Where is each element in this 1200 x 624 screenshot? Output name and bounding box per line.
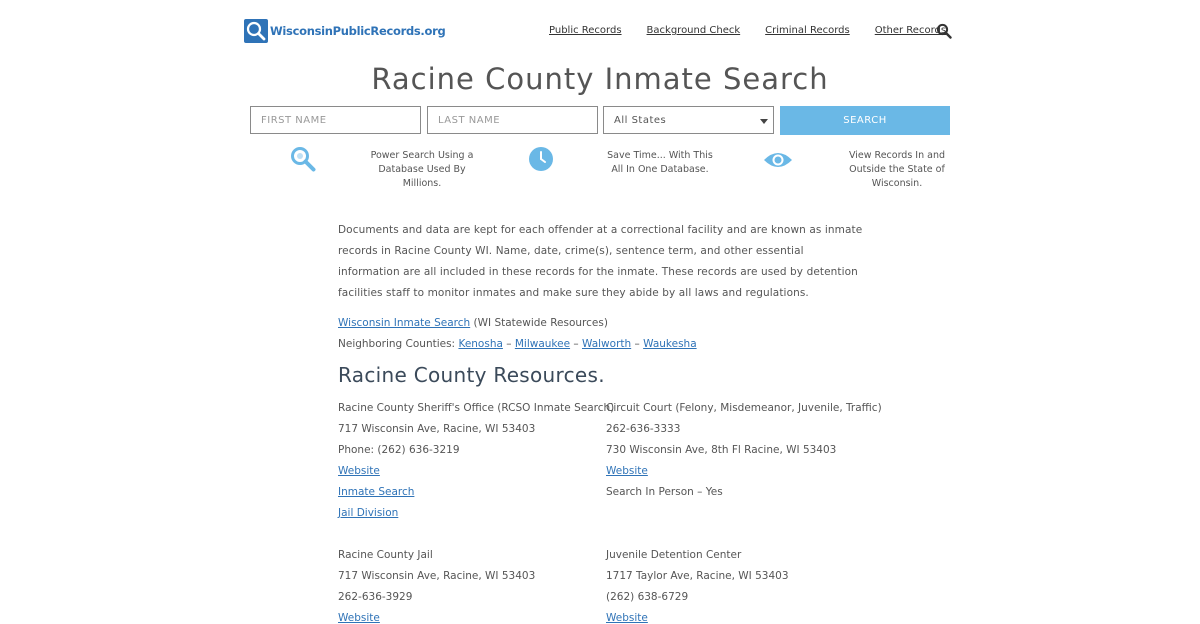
separator: – bbox=[634, 338, 640, 350]
court-address: 730 Wisconsin Ave, 8th Fl Racine, WI 534… bbox=[606, 444, 837, 456]
neighboring-label: Neighboring Counties: bbox=[338, 338, 456, 350]
statewide-inmate-search-link[interactable]: Wisconsin Inmate Search bbox=[338, 317, 470, 329]
last-name-input[interactable]: LAST NAME bbox=[427, 106, 598, 134]
county-link-kenosha[interactable]: Kenosha bbox=[458, 338, 502, 350]
court-website-link[interactable]: Website bbox=[606, 465, 648, 477]
feature-line: Wisconsin. bbox=[871, 178, 923, 189]
statewide-line: Wisconsin Inmate Search (WI Statewide Re… bbox=[338, 317, 608, 329]
feature-line: Save Time... With This bbox=[607, 150, 713, 161]
feature-line: Outside the State of bbox=[849, 164, 945, 175]
sheriff-website-link[interactable]: Website bbox=[338, 465, 380, 477]
feature-text-power-search: Power Search Using a Database Used By Mi… bbox=[362, 149, 482, 191]
clock-icon bbox=[528, 146, 554, 176]
jail-name: Racine County Jail bbox=[338, 549, 433, 561]
separator: – bbox=[573, 338, 579, 350]
logo-magnifier-icon bbox=[244, 19, 268, 43]
court-phone: 262-636-3333 bbox=[606, 423, 681, 435]
feature-text-save-time: Save Time... With This All In One Databa… bbox=[600, 149, 720, 177]
juvenile-phone: (262) 638-6729 bbox=[606, 591, 689, 603]
eye-icon bbox=[763, 150, 793, 174]
nav-criminal-records[interactable]: Criminal Records bbox=[765, 25, 850, 36]
feature-text-view-records: View Records In and Outside the State of… bbox=[838, 149, 956, 191]
county-link-milwaukee[interactable]: Milwaukee bbox=[515, 338, 570, 350]
search-icon[interactable] bbox=[936, 23, 952, 43]
jail-phone: 262-636-3929 bbox=[338, 591, 413, 603]
county-link-waukesha[interactable]: Waukesha bbox=[643, 338, 697, 350]
statewide-suffix: (WI Statewide Resources) bbox=[473, 317, 608, 329]
search-button[interactable]: SEARCH bbox=[780, 106, 950, 135]
feature-line: Millions. bbox=[402, 178, 442, 189]
sheriff-address: 717 Wisconsin Ave, Racine, WI 53403 bbox=[338, 423, 536, 435]
site-logo[interactable]: WisconsinPublicRecords.org bbox=[244, 19, 446, 43]
separator: – bbox=[506, 338, 512, 350]
site-header: WisconsinPublicRecords.org Public Record… bbox=[0, 0, 1200, 62]
feature-line: Database Used By bbox=[378, 164, 466, 175]
nav-background-check[interactable]: Background Check bbox=[647, 25, 741, 36]
feature-line: Power Search Using a bbox=[370, 150, 474, 161]
juvenile-website-link[interactable]: Website bbox=[606, 612, 648, 624]
juvenile-address: 1717 Taylor Ave, Racine, WI 53403 bbox=[606, 570, 789, 582]
chevron-down-icon bbox=[760, 119, 768, 124]
logo-text: WisconsinPublicRecords.org bbox=[270, 24, 446, 38]
jail-website-link[interactable]: Website bbox=[338, 612, 380, 624]
feature-line: View Records In and bbox=[848, 150, 946, 161]
court-note: Search In Person – Yes bbox=[606, 486, 723, 498]
first-name-input[interactable]: FIRST NAME bbox=[250, 106, 421, 134]
resources-heading: Racine County Resources. bbox=[338, 363, 605, 387]
sheriff-jail-division-link[interactable]: Jail Division bbox=[338, 507, 398, 519]
main-nav: Public Records Background Check Criminal… bbox=[549, 25, 971, 36]
sheriff-inmate-search-link[interactable]: Inmate Search bbox=[338, 486, 414, 498]
state-select-value: All States bbox=[614, 115, 667, 126]
sheriff-phone: Phone: (262) 636-3219 bbox=[338, 444, 460, 456]
page-title: Racine County Inmate Search bbox=[371, 62, 829, 96]
feature-line: All In One Database. bbox=[611, 164, 709, 175]
magnifier-icon bbox=[290, 146, 316, 176]
intro-paragraph: Documents and data are kept for each off… bbox=[338, 224, 863, 299]
sheriff-name: Racine County Sheriff's Office (RCSO Inm… bbox=[338, 402, 615, 414]
court-name: Circuit Court (Felony, Misdemeanor, Juve… bbox=[606, 402, 882, 414]
juvenile-name: Juvenile Detention Center bbox=[606, 549, 742, 561]
jail-address: 717 Wisconsin Ave, Racine, WI 53403 bbox=[338, 570, 536, 582]
nav-public-records[interactable]: Public Records bbox=[549, 25, 622, 36]
county-link-walworth[interactable]: Walworth bbox=[582, 338, 631, 350]
neighboring-counties: Neighboring Counties: Kenosha – Milwauke… bbox=[338, 338, 697, 350]
state-select[interactable]: All States bbox=[603, 106, 774, 134]
